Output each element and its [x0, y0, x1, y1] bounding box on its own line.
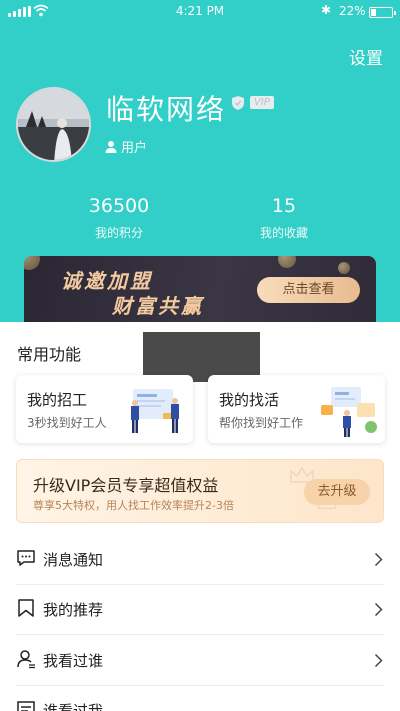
- vip-badge: VIP: [250, 96, 274, 109]
- user-name: 临软网络: [106, 93, 227, 126]
- shield-icon: [232, 96, 244, 110]
- chevron-right-icon: [374, 602, 383, 617]
- menu-item-recommendations[interactable]: 我的推荐: [0, 585, 400, 635]
- job-search-illustration-icon: [321, 387, 377, 437]
- chevron-right-icon: [374, 552, 383, 567]
- join-banner[interactable]: 诚邀加盟 财富共赢 点击查看: [24, 256, 376, 322]
- favorites-label: 我的收藏: [259, 226, 308, 240]
- recruitment-illustration-icon: [131, 389, 179, 433]
- coin-decoration: [278, 256, 296, 268]
- card-subtitle: 帮你找到好工作: [219, 416, 304, 430]
- banner-subheadline: 财富共赢: [112, 294, 204, 318]
- vip-subtitle: 尊享5大特权，用人找工作效率提升2-3倍: [33, 499, 234, 512]
- person-icon: [17, 650, 35, 669]
- status-bar: 4:21 PM ✱ 22%: [0, 0, 400, 24]
- menu-item-label: 我的推荐: [43, 601, 104, 619]
- user-icon: [105, 140, 117, 153]
- points-value: 36500: [88, 195, 150, 217]
- card-title: 我的招工: [27, 391, 88, 409]
- bluetooth-icon: ✱: [321, 3, 332, 17]
- menu-item-label: 我看过谁: [43, 652, 104, 670]
- menu-item-notifications[interactable]: 消息通知: [0, 535, 400, 585]
- battery-icon: [369, 7, 396, 18]
- vip-title: 升级VIP会员专享超值权益: [33, 476, 219, 495]
- points-stat[interactable]: 36500 我的积分: [49, 194, 189, 241]
- section-title: 常用功能: [17, 345, 82, 364]
- menu-item-label: 消息通知: [43, 551, 104, 569]
- document-icon: [17, 701, 35, 711]
- card-title: 我的找活: [219, 391, 280, 409]
- battery-percent: 22%: [339, 4, 366, 18]
- card-subtitle: 3秒找到好工人: [27, 416, 107, 430]
- banner-view-button[interactable]: 点击查看: [257, 277, 360, 303]
- favorites-stat[interactable]: 15 我的收藏: [214, 194, 354, 241]
- upgrade-button[interactable]: 去升级: [304, 479, 370, 505]
- my-recruitment-card[interactable]: 我的招工 3秒找到好工人: [16, 375, 193, 443]
- avatar[interactable]: [16, 87, 91, 162]
- my-job-search-card[interactable]: 我的找活 帮你找到好工作: [208, 375, 385, 443]
- user-role: 用户: [104, 137, 147, 156]
- message-icon: [17, 550, 35, 566]
- menu-item-viewed-me[interactable]: 谁看过我: [0, 686, 400, 711]
- user-role-label: 用户: [121, 141, 148, 156]
- bookmark-icon: [18, 599, 34, 617]
- menu-item-label: 谁看过我: [43, 702, 104, 711]
- coin-decoration: [338, 262, 350, 274]
- coin-decoration: [24, 256, 40, 270]
- divider: [16, 634, 384, 635]
- chevron-right-icon: [374, 653, 383, 668]
- settings-button[interactable]: 设置: [349, 44, 383, 69]
- menu-item-viewed-by-me[interactable]: 我看过谁: [0, 636, 400, 686]
- favorites-value: 15: [271, 195, 297, 217]
- points-label: 我的积分: [94, 226, 143, 240]
- vip-upgrade-banner[interactable]: 升级VIP会员专享超值权益 尊享5大特权，用人找工作效率提升2-3倍 去升级: [16, 459, 384, 523]
